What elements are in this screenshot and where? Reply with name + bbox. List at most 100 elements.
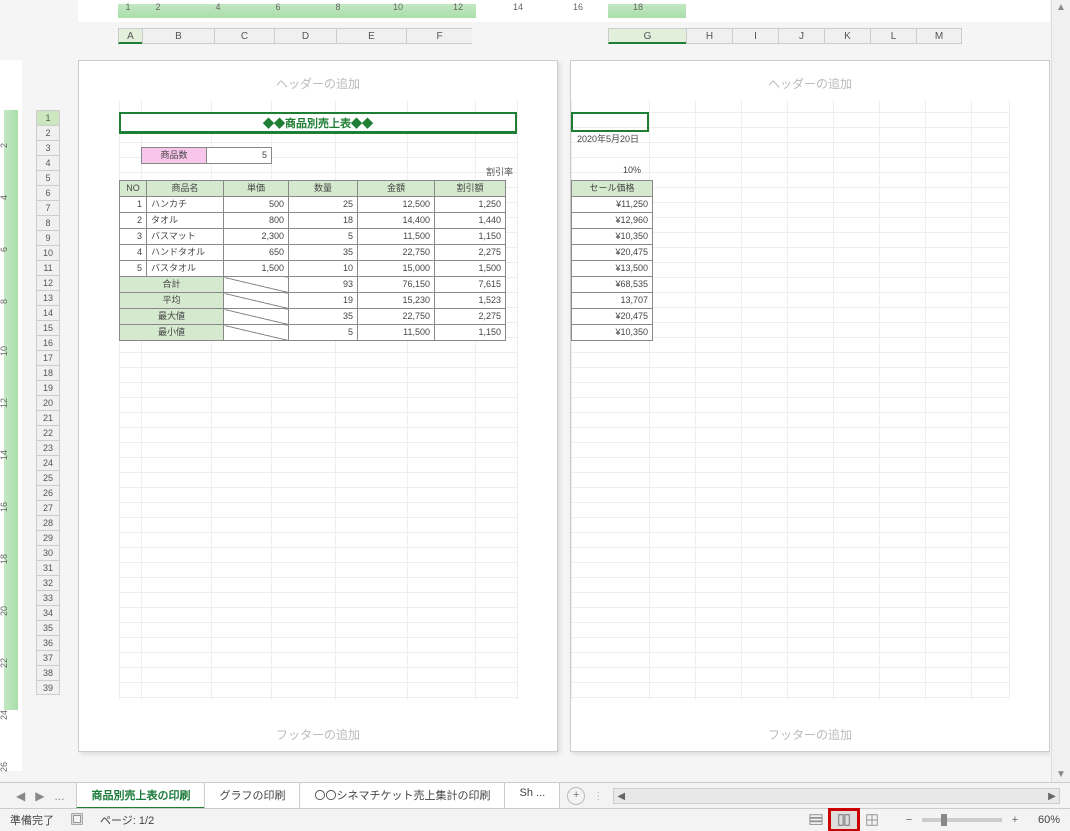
col-name: 商品名: [147, 181, 224, 197]
row-header-1[interactable]: 1: [36, 110, 60, 125]
zoom-thumb[interactable]: [941, 814, 947, 826]
zoom-out-button[interactable]: −: [902, 814, 916, 826]
row-header-9[interactable]: 9: [36, 230, 60, 245]
col-header-I[interactable]: I: [732, 28, 778, 44]
row-header-23[interactable]: 23: [36, 440, 60, 455]
scroll-right-icon[interactable]: ▶: [1045, 791, 1059, 802]
footer-add-text[interactable]: フッターの追加: [571, 712, 1049, 751]
row-header-36[interactable]: 36: [36, 635, 60, 650]
horizontal-ruler: 124681012141618: [78, 0, 1050, 22]
row-header-27[interactable]: 27: [36, 500, 60, 515]
col-header-H[interactable]: H: [686, 28, 732, 44]
table-row: 1ハンカチ5002512,5001,250: [120, 197, 506, 213]
col-header-E[interactable]: E: [336, 28, 406, 44]
zoom-in-button[interactable]: +: [1008, 814, 1022, 826]
row-header-4[interactable]: 4: [36, 155, 60, 170]
tab-prev-icon[interactable]: ◀: [16, 789, 25, 803]
col-header-J[interactable]: J: [778, 28, 824, 44]
col-no: NO: [120, 181, 147, 197]
tab-4[interactable]: Sh ...: [504, 783, 560, 809]
scroll-up-icon[interactable]: ▲: [1052, 0, 1070, 16]
col-header-L[interactable]: L: [870, 28, 916, 44]
tab-next-icon[interactable]: ▶: [35, 789, 44, 803]
tab-3[interactable]: 〇〇シネマチケット売上集計の印刷: [299, 783, 505, 809]
row-headers[interactable]: 1234567891011121314151617181920212223242…: [36, 110, 60, 695]
sheet-page-1[interactable]: ◆◆商品別売上表◆◆ 商品数 5 割引率 NO 商品名: [119, 100, 517, 700]
row-header-24[interactable]: 24: [36, 455, 60, 470]
add-sheet-button[interactable]: +: [567, 787, 585, 805]
col-header-D[interactable]: D: [274, 28, 336, 44]
table-header-row: NO 商品名 単価 数量 金額 割引額: [120, 181, 506, 197]
row-header-29[interactable]: 29: [36, 530, 60, 545]
col-header-B[interactable]: B: [142, 28, 214, 44]
row-header-5[interactable]: 5: [36, 170, 60, 185]
sheet-page-2[interactable]: 2020年5月20日 10% セール価格 ¥11,250¥12,960¥10,3…: [571, 100, 1009, 700]
scroll-left-icon[interactable]: ◀: [614, 791, 628, 802]
col-header-K[interactable]: K: [824, 28, 870, 44]
row-header-3[interactable]: 3: [36, 140, 60, 155]
row-header-6[interactable]: 6: [36, 185, 60, 200]
row-header-2[interactable]: 2: [36, 125, 60, 140]
row-header-22[interactable]: 22: [36, 425, 60, 440]
header-add-text[interactable]: ヘッダーの追加: [79, 61, 557, 100]
date-cell: 2020年5月20日: [571, 132, 645, 145]
col-header-F[interactable]: F: [406, 28, 472, 44]
vertical-scrollbar[interactable]: ▲ ▼: [1051, 0, 1070, 783]
summary-row: 合計9376,1507,615: [120, 277, 506, 293]
col-sale-price: セール価格: [572, 181, 653, 197]
page-1[interactable]: ヘッダーの追加 ◆◆商品別売上表◆◆ 商品数 5 割引率: [78, 60, 558, 752]
row-header-30[interactable]: 30: [36, 545, 60, 560]
view-page-layout-icon[interactable]: [830, 810, 858, 830]
row-header-20[interactable]: 20: [36, 395, 60, 410]
row-header-15[interactable]: 15: [36, 320, 60, 335]
row-header-16[interactable]: 16: [36, 335, 60, 350]
row-header-7[interactable]: 7: [36, 200, 60, 215]
tab-divider: ⋮: [593, 791, 603, 802]
tab-2[interactable]: グラフの印刷: [204, 783, 300, 809]
row-header-11[interactable]: 11: [36, 260, 60, 275]
row-header-21[interactable]: 21: [36, 410, 60, 425]
row-header-8[interactable]: 8: [36, 215, 60, 230]
row-header-33[interactable]: 33: [36, 590, 60, 605]
row-header-35[interactable]: 35: [36, 620, 60, 635]
row-header-12[interactable]: 12: [36, 275, 60, 290]
row-header-31[interactable]: 31: [36, 560, 60, 575]
table-row: 13,707: [572, 293, 653, 309]
row-header-37[interactable]: 37: [36, 650, 60, 665]
zoom-track[interactable]: [922, 818, 1002, 822]
column-headers[interactable]: ABCDEF GHIJKLM: [78, 28, 1050, 46]
footer-add-text[interactable]: フッターの追加: [79, 712, 557, 751]
col-header-A[interactable]: A: [118, 28, 142, 44]
row-header-13[interactable]: 13: [36, 290, 60, 305]
vertical-ruler: 2468101214161820222426: [0, 60, 22, 771]
zoom-value[interactable]: 60%: [1038, 814, 1060, 826]
col-discount: 割引額: [435, 181, 506, 197]
row-header-34[interactable]: 34: [36, 605, 60, 620]
col-header-C[interactable]: C: [214, 28, 274, 44]
col-header-M[interactable]: M: [916, 28, 962, 44]
row-header-38[interactable]: 38: [36, 665, 60, 680]
scroll-down-icon[interactable]: ▼: [1052, 767, 1070, 783]
col-header-G[interactable]: G: [608, 28, 686, 44]
row-header-39[interactable]: 39: [36, 680, 60, 695]
row-header-17[interactable]: 17: [36, 350, 60, 365]
row-header-10[interactable]: 10: [36, 245, 60, 260]
row-header-26[interactable]: 26: [36, 485, 60, 500]
goods-count-value: 5: [207, 148, 272, 164]
tab-active[interactable]: 商品別売上表の印刷: [76, 783, 205, 809]
page-2[interactable]: ヘッダーの追加 2020年5月20日 10% セール価格 ¥11,250¥12,…: [570, 60, 1050, 752]
col-unit: 単価: [224, 181, 289, 197]
row-header-18[interactable]: 18: [36, 365, 60, 380]
zoom-slider[interactable]: − +: [902, 814, 1022, 826]
row-header-28[interactable]: 28: [36, 515, 60, 530]
record-macro-icon[interactable]: [70, 812, 84, 829]
tab-more[interactable]: ...: [54, 789, 64, 803]
row-header-19[interactable]: 19: [36, 380, 60, 395]
row-header-14[interactable]: 14: [36, 305, 60, 320]
horizontal-scrollbar[interactable]: ◀ ▶: [613, 788, 1060, 804]
view-normal-icon[interactable]: [802, 810, 830, 830]
view-page-break-icon[interactable]: [858, 810, 886, 830]
row-header-32[interactable]: 32: [36, 575, 60, 590]
row-header-25[interactable]: 25: [36, 470, 60, 485]
header-add-text[interactable]: ヘッダーの追加: [571, 61, 1049, 100]
